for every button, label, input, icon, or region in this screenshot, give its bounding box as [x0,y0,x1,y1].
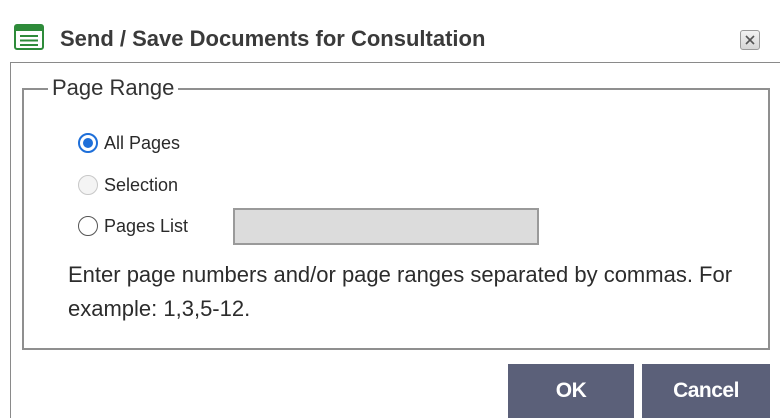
radio-all-pages[interactable]: All Pages [78,130,180,156]
send-save-dialog: Send / Save Documents for Consultation P… [0,0,780,418]
dialog-title: Send / Save Documents for Consultation [60,26,486,51]
page-range-legend: Page Range [48,74,179,102]
all-pages-radio[interactable] [78,133,98,153]
ok-button[interactable]: OK [508,364,634,418]
pages-list-input[interactable] [233,208,539,245]
selection-radio [78,175,98,195]
cancel-button[interactable]: Cancel [642,364,770,418]
close-icon [745,35,755,45]
document-list-icon [14,24,44,50]
dialog-title-bar[interactable]: Send / Save Documents for Consultation [0,0,780,62]
pages-list-radio[interactable] [78,216,98,236]
close-button[interactable] [740,30,760,50]
page-range-help-text: Enter page numbers and/or page ranges se… [68,262,733,321]
selection-label: Selection [104,175,179,195]
pages-list-label: Pages List [104,216,189,236]
all-pages-label: All Pages [104,133,181,153]
radio-pages-list[interactable]: Pages List [78,213,188,239]
radio-selection: Selection [78,172,178,198]
